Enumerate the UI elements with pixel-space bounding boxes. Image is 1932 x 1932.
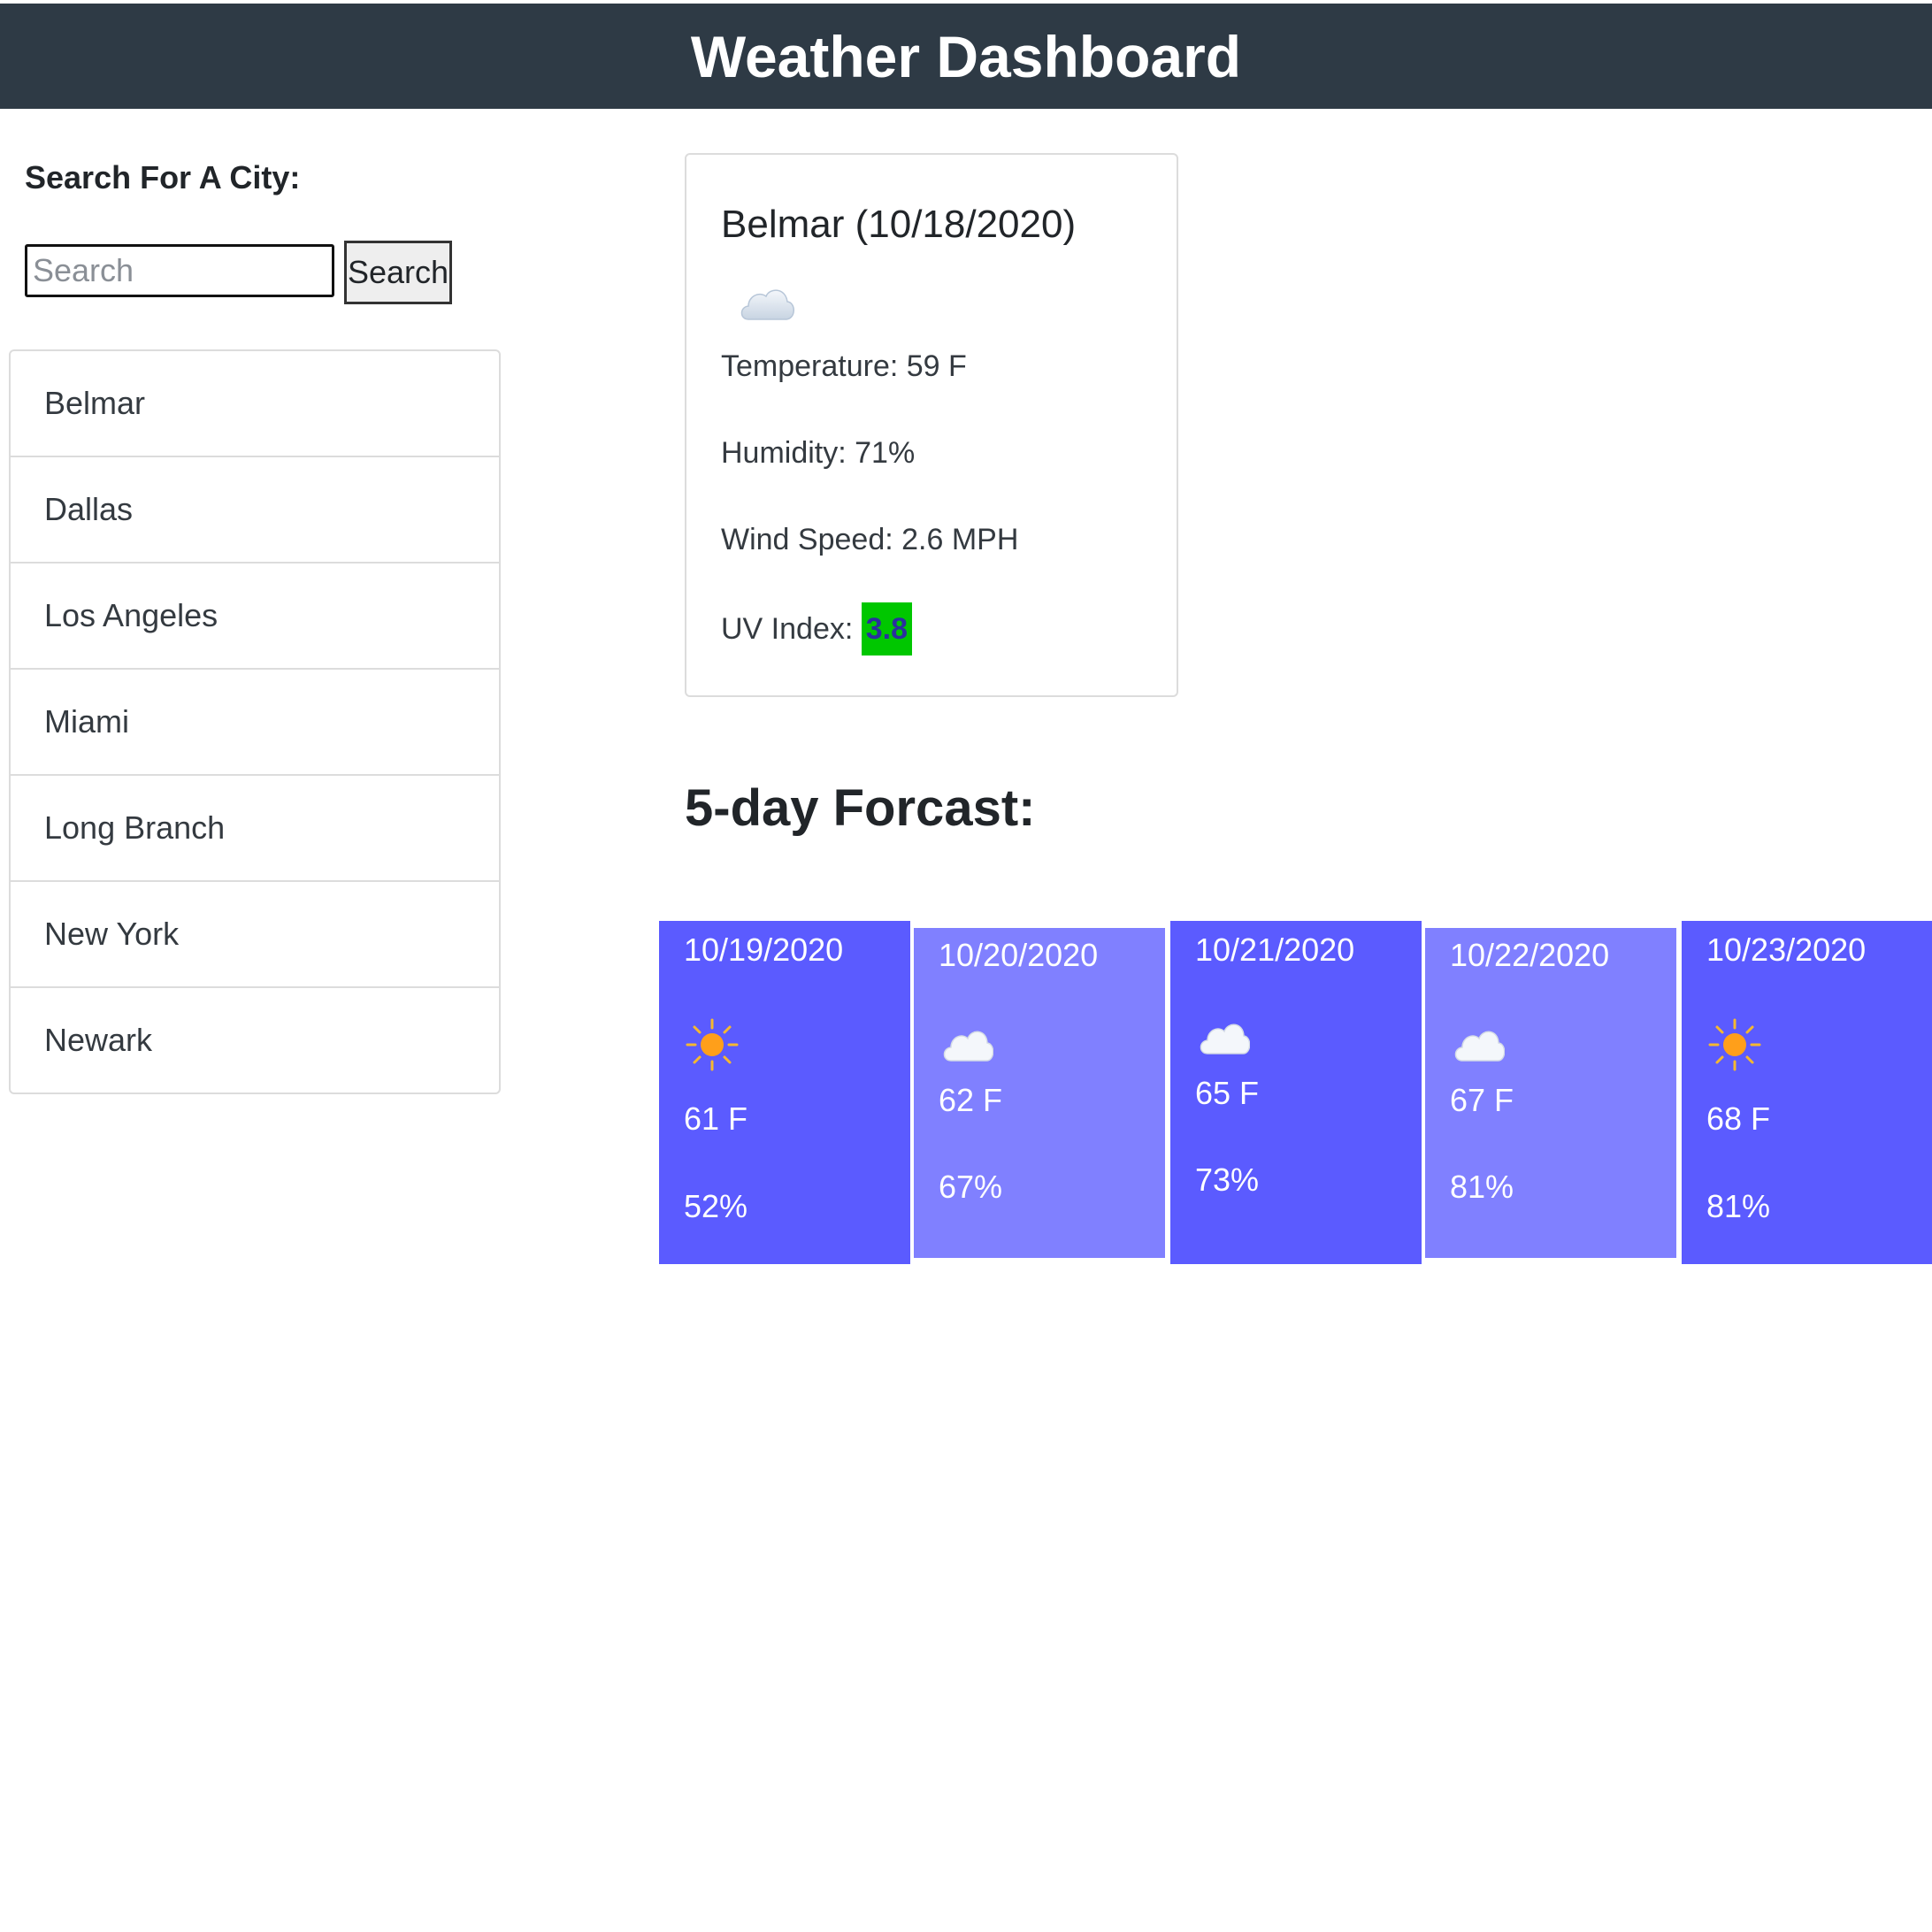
search-label: Search For A City: [25,159,301,196]
forecast-card: 10/21/2020 65 F 73% [1170,921,1422,1264]
app-header: Weather Dashboard [0,4,1932,109]
forecast-humidity: 81% [1706,1188,1771,1224]
forecast-date: 10/23/2020 [1706,932,1867,968]
city-item-miami[interactable]: Miami [11,670,499,776]
forecast-temperature: 62 F [939,1082,1003,1118]
city-item-new-york[interactable]: New York [11,882,499,988]
forecast-card: 10/20/2020 62 F 67% [914,928,1165,1258]
city-item-long-branch[interactable]: Long Branch [11,776,499,882]
forecast-humidity: 67% [939,1169,1003,1205]
forecast-card: 10/19/2020 61 F 52% [659,921,910,1264]
current-uv-index: UV Index: 3.8 [721,602,913,656]
forecast-humidity: 52% [684,1188,748,1224]
forecast-temperature: 65 F [1195,1075,1260,1111]
city-item-newark[interactable]: Newark [11,988,499,1092]
forecast-date: 10/21/2020 [1195,932,1355,968]
forecast-humidity: 73% [1195,1162,1260,1198]
forecast-card: 10/23/2020 68 F 81% [1682,921,1932,1264]
search-input[interactable] [25,244,334,297]
forecast-date: 10/20/2020 [939,937,1099,973]
city-item-los-angeles[interactable]: Los Angeles [11,564,499,670]
search-button[interactable]: Search [344,241,452,304]
forecast-temperature: 67 F [1450,1082,1514,1118]
uv-index-label: UV Index: [721,612,862,646]
city-history-list: Belmar Dallas Los Angeles Miami Long Bra… [9,349,501,1094]
forecast-humidity: 81% [1450,1169,1514,1205]
current-wind-speed: Wind Speed: 2.6 MPH [721,523,1019,556]
sun-icon [1708,1018,1761,1071]
forecast-date: 10/19/2020 [684,932,844,968]
sun-icon [686,1018,739,1071]
cloud-icon [943,1031,993,1062]
forecast-card: 10/22/2020 67 F 81% [1425,928,1676,1258]
page-title: Weather Dashboard [690,23,1242,89]
cloud-icon [740,289,794,320]
cloud-icon [1454,1031,1505,1062]
forecast-temperature: 61 F [684,1100,748,1137]
current-humidity: Humidity: 71% [721,436,916,470]
cloud-icon [1200,1024,1250,1054]
city-item-belmar[interactable]: Belmar [11,351,499,457]
forecast-temperature: 68 F [1706,1100,1771,1137]
current-weather-card: Belmar (10/18/2020) Temperature: 59 F Hu… [685,153,1178,697]
forecast-title: 5-day Forcast: [685,779,1036,837]
forecast-date: 10/22/2020 [1450,937,1610,973]
city-item-dallas[interactable]: Dallas [11,457,499,564]
current-city-title: Belmar (10/18/2020) [721,203,1077,246]
current-temperature: Temperature: 59 F [721,349,967,383]
uv-index-badge: 3.8 [861,602,913,656]
